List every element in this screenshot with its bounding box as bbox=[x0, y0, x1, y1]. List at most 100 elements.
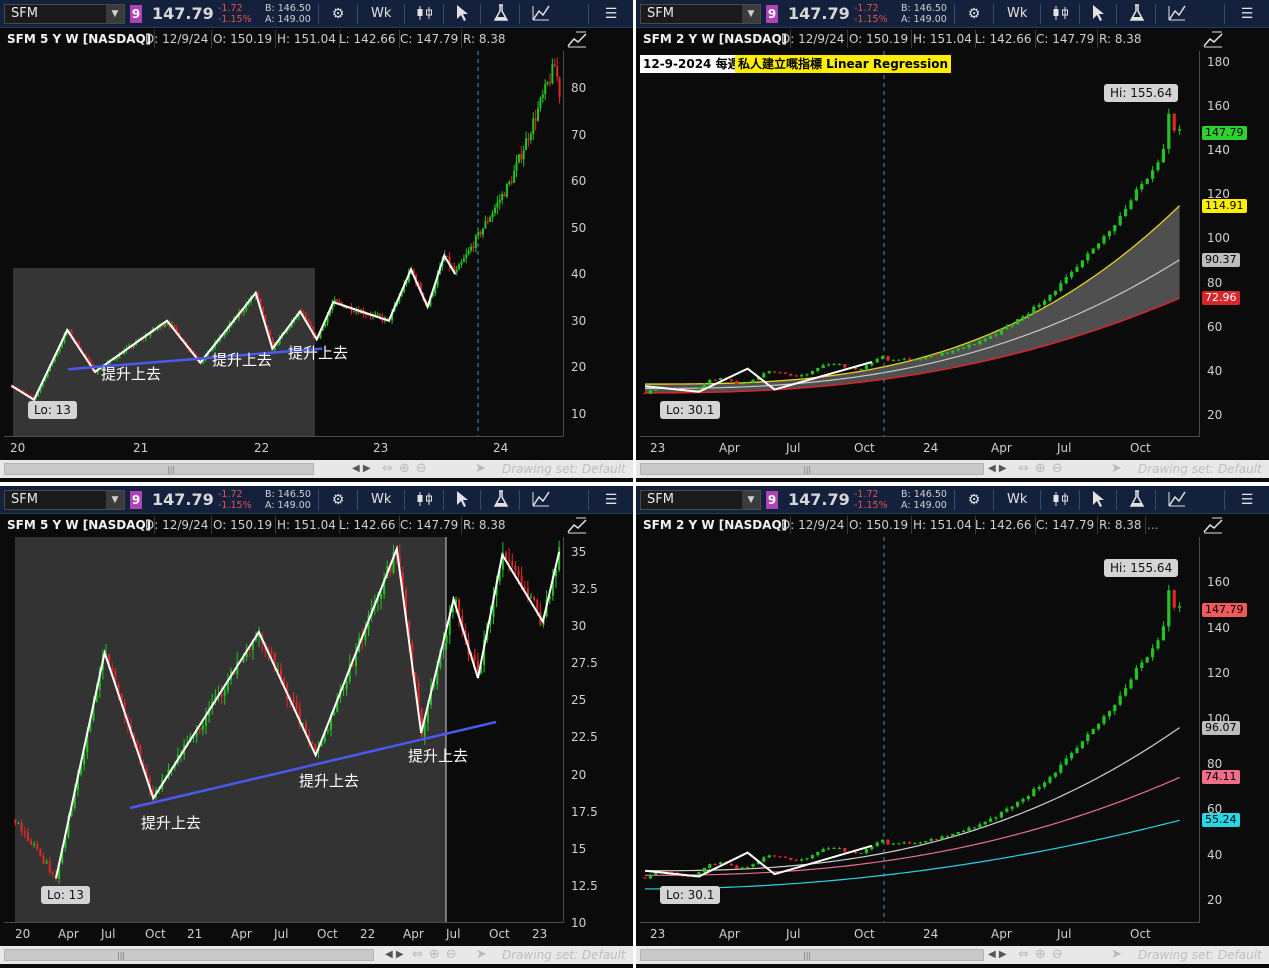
aggregation-selector[interactable]: Wk bbox=[371, 4, 391, 24]
candle-up bbox=[1010, 806, 1014, 809]
regression-channel-fill bbox=[645, 205, 1180, 393]
symbol-selector[interactable]: SFM ▼ bbox=[4, 490, 125, 510]
scroll-arrows-icon[interactable]: ◀ ▶ bbox=[988, 948, 1007, 962]
horizontal-scrollbar[interactable]: ||| ◀ ▶ ⇔⊕⊖ ➤ Drawing set: Default bbox=[636, 460, 1269, 478]
candle-up bbox=[751, 864, 755, 867]
candle-up bbox=[484, 221, 487, 229]
aggregation-selector[interactable]: Wk bbox=[1007, 490, 1027, 510]
gear-icon[interactable]: ⚙ bbox=[328, 4, 348, 24]
link-group-badge[interactable]: 9 bbox=[766, 5, 778, 23]
candle-down bbox=[338, 301, 341, 303]
chart-toggle-icon[interactable] bbox=[566, 31, 588, 49]
candle-up bbox=[1129, 679, 1133, 689]
candlestick-style-icon[interactable] bbox=[1050, 4, 1072, 24]
gear-icon[interactable]: ⚙ bbox=[964, 490, 984, 510]
grip-icon: ||| bbox=[117, 951, 126, 960]
scroll-thumb[interactable]: ||| bbox=[4, 463, 314, 475]
scroll-thumb[interactable]: ||| bbox=[640, 463, 984, 475]
aggregation-selector[interactable]: Wk bbox=[1007, 4, 1027, 24]
symbol-selector[interactable]: SFM ▼ bbox=[640, 490, 761, 510]
bar-open: O: 150.19 bbox=[210, 30, 277, 48]
candle-up bbox=[951, 833, 955, 837]
time-tick-label: Apr bbox=[719, 927, 740, 941]
flask-icon[interactable] bbox=[491, 4, 511, 24]
price-chart[interactable] bbox=[640, 537, 1200, 923]
horizontal-scrollbar[interactable]: ||| ◀ ▶ ⇔⊕⊖ ➤ Drawing set: Default bbox=[0, 460, 633, 478]
chevron-down-icon[interactable]: ▼ bbox=[106, 5, 124, 23]
drawing-set-label[interactable]: Drawing set: Default bbox=[1138, 948, 1262, 962]
menu-icon[interactable]: ☰ bbox=[602, 490, 620, 510]
cursor-arrow-icon[interactable] bbox=[1088, 490, 1108, 510]
bar-low: L: 142.66 bbox=[972, 30, 1036, 48]
drawing-set-label[interactable]: Drawing set: Default bbox=[502, 462, 626, 476]
zoom-tools-icon[interactable]: ⇔⊕⊖ bbox=[1018, 461, 1069, 477]
candle-up bbox=[1010, 323, 1014, 327]
horizontal-scrollbar[interactable]: ||| ◀ ▶ ⇔⊕⊖ ➤ Drawing set: Default bbox=[636, 946, 1269, 964]
candle-up bbox=[1032, 788, 1036, 797]
zoom-tools-icon[interactable]: ⇔⊕⊖ bbox=[412, 947, 463, 963]
separator bbox=[993, 490, 994, 510]
chevron-down-icon[interactable]: ▼ bbox=[742, 5, 760, 23]
candle-down bbox=[220, 693, 223, 696]
price-chart[interactable] bbox=[4, 51, 564, 437]
chart-toggle-icon[interactable] bbox=[1202, 31, 1224, 49]
scroll-arrows-icon[interactable]: ◀ ▶ bbox=[385, 948, 404, 962]
zoom-tools-icon[interactable]: ⇔⊕⊖ bbox=[382, 461, 433, 477]
menu-icon[interactable]: ☰ bbox=[602, 4, 620, 24]
price-tick-label: 160 bbox=[1207, 99, 1230, 114]
gear-icon[interactable]: ⚙ bbox=[964, 4, 984, 24]
scroll-arrows-icon[interactable]: ◀ ▶ bbox=[352, 462, 371, 476]
gear-icon[interactable]: ⚙ bbox=[328, 490, 348, 510]
flask-icon[interactable] bbox=[491, 490, 511, 510]
candle-up bbox=[816, 368, 820, 372]
symbol-selector[interactable]: SFM ▼ bbox=[4, 4, 125, 24]
chevron-down-icon[interactable]: ▼ bbox=[106, 491, 124, 509]
drawing-set-label[interactable]: Drawing set: Default bbox=[1138, 462, 1262, 476]
candle-down bbox=[472, 246, 475, 248]
scroll-thumb[interactable]: ||| bbox=[640, 949, 984, 961]
drawing-tools-icon[interactable] bbox=[1166, 490, 1188, 510]
scroll-arrows-icon[interactable]: ◀ ▶ bbox=[988, 462, 1007, 476]
drawing-tools-icon[interactable] bbox=[530, 4, 552, 24]
time-tick-label: Oct bbox=[1130, 441, 1151, 455]
more-studies-button[interactable]: ... bbox=[1144, 516, 1161, 534]
aggregation-selector[interactable]: Wk bbox=[371, 490, 391, 510]
zoom-tools-icon[interactable]: ⇔⊕⊖ bbox=[1018, 947, 1069, 963]
cursor-arrow-icon[interactable]: ➤ bbox=[475, 461, 492, 477]
cursor-arrow-icon[interactable]: ➤ bbox=[1111, 947, 1128, 963]
price-chart[interactable] bbox=[640, 51, 1200, 437]
cursor-arrow-icon[interactable] bbox=[452, 4, 472, 24]
chart-toggle-icon[interactable] bbox=[566, 517, 588, 535]
cursor-arrow-icon[interactable]: ➤ bbox=[476, 947, 493, 963]
scroll-thumb[interactable]: ||| bbox=[4, 949, 374, 961]
candle-up bbox=[477, 231, 480, 236]
drawing-set-label[interactable]: Drawing set: Default bbox=[502, 948, 626, 962]
candlestick-style-icon[interactable] bbox=[1050, 490, 1072, 510]
cursor-arrow-icon[interactable]: ➤ bbox=[1111, 461, 1128, 477]
candlestick-style-icon[interactable] bbox=[414, 490, 436, 510]
flask-icon[interactable] bbox=[1127, 490, 1147, 510]
note-indicator-label: 私人建立嘅指標 Linear Regression bbox=[735, 55, 952, 73]
symbol-selector[interactable]: SFM ▼ bbox=[640, 4, 761, 24]
drawing-tools-icon[interactable] bbox=[530, 490, 552, 510]
drawing-tools-icon[interactable] bbox=[1166, 4, 1188, 24]
link-group-badge[interactable]: 9 bbox=[130, 491, 142, 509]
price-chart[interactable] bbox=[4, 537, 564, 923]
menu-icon[interactable]: ☰ bbox=[1238, 490, 1256, 510]
menu-icon[interactable]: ☰ bbox=[1238, 4, 1256, 24]
horizontal-scrollbar[interactable]: ||| ◀ ▶ ⇔⊕⊖ ➤ Drawing set: Default bbox=[0, 946, 633, 964]
flask-icon[interactable] bbox=[1127, 4, 1147, 24]
candlestick-style-icon[interactable] bbox=[414, 4, 436, 24]
candle-up bbox=[544, 83, 547, 95]
separator bbox=[993, 4, 994, 24]
candle-down bbox=[292, 699, 295, 702]
chevron-down-icon[interactable]: ▼ bbox=[742, 491, 760, 509]
cursor-arrow-icon[interactable] bbox=[452, 490, 472, 510]
chart-toggle-icon[interactable] bbox=[1202, 517, 1224, 535]
cursor-arrow-icon[interactable] bbox=[1088, 4, 1108, 24]
link-group-badge[interactable]: 9 bbox=[130, 5, 142, 23]
candle-down bbox=[508, 559, 511, 561]
candle-down bbox=[778, 372, 782, 374]
link-group-badge[interactable]: 9 bbox=[766, 491, 778, 509]
bar-close: C: 147.79 bbox=[1033, 30, 1099, 48]
